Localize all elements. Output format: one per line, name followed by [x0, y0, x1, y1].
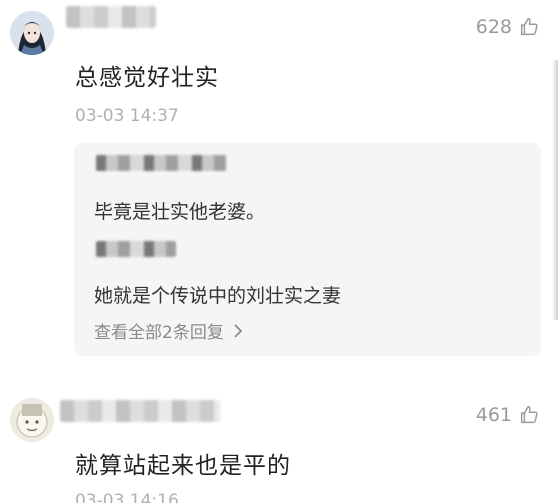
view-all-label: 查看全部2条回复 — [94, 323, 224, 343]
avatar[interactable] — [10, 11, 54, 55]
like-button[interactable]: 461 — [476, 404, 540, 426]
thumbs-up-icon — [520, 406, 538, 424]
like-button[interactable]: 628 — [476, 16, 540, 38]
comment-item: 461 就算站起来也是平的 03-03 14:16 — [0, 380, 558, 503]
comment-text: 总感觉好壮实 — [75, 65, 219, 91]
username-redacted[interactable] — [60, 400, 220, 422]
username-redacted[interactable] — [66, 6, 156, 28]
view-all-replies-link[interactable]: 查看全部2条回复 — [94, 318, 244, 343]
thumbs-up-icon — [520, 18, 538, 36]
comment-text: 就算站起来也是平的 — [75, 453, 291, 479]
comment-time: 03-03 14:37 — [75, 106, 179, 126]
comment-item: 628 总感觉好壮实 03-03 14:37 毕竟是壮实他老婆。 她就是个传说中… — [0, 0, 558, 360]
like-count: 461 — [475, 404, 512, 426]
avatar-image — [10, 398, 54, 442]
replies-panel: 毕竟是壮实他老婆。 她就是个传说中的刘壮实之妻 查看全部2条回复 — [74, 143, 541, 356]
scroll-edge — [552, 60, 558, 320]
comment-feed: 628 总感觉好壮实 03-03 14:37 毕竟是壮实他老婆。 她就是个传说中… — [0, 0, 558, 503]
avatar[interactable] — [10, 398, 54, 442]
avatar-image — [10, 11, 54, 55]
reply-text: 她就是个传说中的刘壮实之妻 — [94, 285, 342, 307]
reply-username-redacted[interactable] — [96, 155, 226, 171]
comment-time: 03-03 14:16 — [75, 491, 179, 503]
reply-username-redacted[interactable] — [96, 241, 176, 257]
like-count: 628 — [475, 16, 512, 38]
reply-text: 毕竟是壮实他老婆。 — [94, 201, 266, 223]
chevron-right-icon — [234, 323, 243, 338]
